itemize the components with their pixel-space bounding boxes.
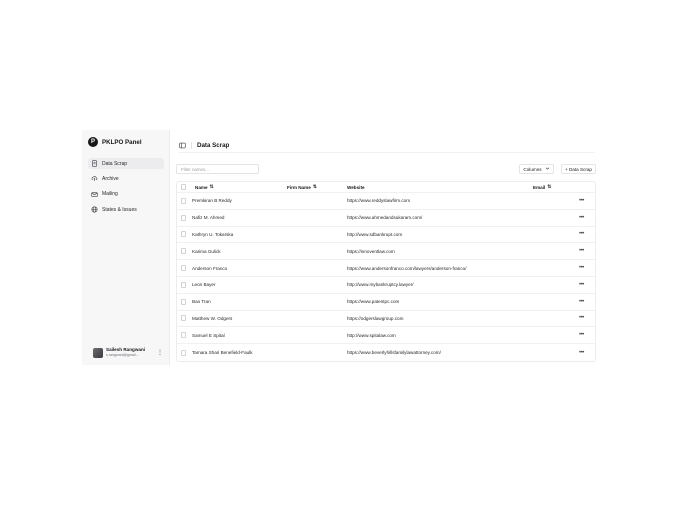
brand[interactable]: P PKLPO Panel <box>88 135 164 149</box>
main-content: Data Scrap Columns + Data Scrap Name ⇅ <box>170 130 602 365</box>
row-actions-icon[interactable]: ••• <box>579 243 584 259</box>
cell-website: https://www.reddyslawfirm.com <box>347 198 411 204</box>
table-row: Bao Tran https://www.patentpc.com ••• <box>177 294 595 311</box>
row-checkbox[interactable] <box>181 193 186 209</box>
user-info: Sailesh Rangwani s.rangwani@gmail... <box>106 348 145 357</box>
add-data-scrap-button[interactable]: + Data Scrap <box>561 164 596 174</box>
sort-icon: ⇅ <box>547 184 552 190</box>
data-table: Name ⇅ Firm Name ⇅ Website Email ⇅ Premk… <box>176 181 596 362</box>
row-checkbox[interactable] <box>181 294 186 310</box>
sort-icon: ⇅ <box>209 184 214 190</box>
app-window: P PKLPO Panel Data Scrap Archive Mailing… <box>82 130 602 365</box>
table-row: Kathryn U. Tokarska http://www.sdbankrup… <box>177 227 595 244</box>
divider <box>191 141 192 149</box>
row-actions-icon[interactable]: ••• <box>579 327 584 343</box>
table-row: Samuel E Spital http://www.spitalaw.com … <box>177 327 595 345</box>
select-all-checkbox[interactable] <box>181 182 186 192</box>
column-header-name[interactable]: Name ⇅ <box>195 182 214 192</box>
cell-name: Leon Bayer <box>192 282 216 288</box>
brand-name: PKLPO Panel <box>102 138 142 146</box>
column-header-firm-name[interactable]: Firm Name ⇅ <box>287 182 317 192</box>
row-actions-icon[interactable]: ••• <box>579 294 584 310</box>
cell-website: https://innoventlaw.com <box>347 248 395 254</box>
column-header-label: Email <box>533 184 546 190</box>
columns-button-label: Columns <box>523 166 542 172</box>
cell-website: http://www.sdbankrupt.com <box>347 231 403 237</box>
cell-website: https://www.andersonfranco.com/lawyers/a… <box>347 265 467 271</box>
table-toolbar: Columns + Data Scrap <box>176 164 596 174</box>
cell-name: Bao Tran <box>192 299 211 305</box>
user-email: s.rangwani@gmail... <box>106 353 139 357</box>
cell-name: Premkiran B Reddy <box>192 198 232 204</box>
cell-name: Kathryn U. Tokarska <box>192 231 234 237</box>
brand-logo-icon: P <box>88 137 98 147</box>
cell-name: Tamara Shari Benefield-Faulk <box>192 350 253 356</box>
sidebar-item-mailing[interactable]: Mailing <box>88 189 164 200</box>
row-actions-icon[interactable]: ••• <box>579 210 584 226</box>
row-checkbox[interactable] <box>181 277 186 293</box>
cell-website: http://www.mybankruptcy.lawyer/ <box>347 282 414 288</box>
cell-website: http://www.spitalaw.com <box>347 332 396 338</box>
cell-website: https://www.patentpc.com <box>347 299 400 305</box>
filter-names-input[interactable] <box>176 164 259 174</box>
table-row: Matthew W. Odgers https://odgerslawgroup… <box>177 311 595 328</box>
table-row: Tamara Shari Benefield-Faulk https://www… <box>177 344 595 361</box>
row-actions-icon[interactable]: ••• <box>579 227 584 243</box>
row-checkbox[interactable] <box>181 311 186 327</box>
row-actions-icon[interactable]: ••• <box>579 277 584 293</box>
top-bar: Data Scrap <box>179 138 595 152</box>
row-checkbox[interactable] <box>181 260 186 276</box>
table-row: Leon Bayer http://www.mybankruptcy.lawye… <box>177 277 595 294</box>
row-actions-icon[interactable]: ••• <box>579 344 584 361</box>
mail-icon <box>91 191 98 198</box>
table-row: Premkiran B Reddy https://www.reddyslawf… <box>177 193 595 210</box>
cell-website: https://www.beverlyhillsfamilylawattorne… <box>347 350 441 356</box>
sidebar-item-label: Mailing <box>102 191 118 198</box>
user-profile[interactable]: Sailesh Rangwani s.rangwani@gmail... ⋮ <box>93 347 163 359</box>
row-checkbox[interactable] <box>181 327 186 343</box>
page-title: Data Scrap <box>197 141 230 149</box>
cell-name: Anderson Franco <box>192 265 228 271</box>
sidebar-item-label: States & Issues <box>102 206 137 213</box>
row-actions-icon[interactable]: ••• <box>579 260 584 276</box>
cell-name: Nafiz M. Ahmed <box>192 215 225 221</box>
globe-icon <box>91 206 98 213</box>
sidebar-nav: Data Scrap Archive Mailing States & Issu… <box>88 158 164 220</box>
row-actions-icon[interactable]: ••• <box>579 193 584 209</box>
document-icon <box>91 160 98 167</box>
cloud-upload-icon <box>91 175 98 182</box>
table-header-row: Name ⇅ Firm Name ⇅ Website Email ⇅ <box>177 182 595 193</box>
table-row: Anderson Franco https://www.andersonfran… <box>177 260 595 277</box>
row-checkbox[interactable] <box>181 227 186 243</box>
sidebar-item-data-scrap[interactable]: Data Scrap <box>88 158 164 169</box>
column-header-website: Website <box>347 184 365 190</box>
sidebar-item-label: Data Scrap <box>102 160 128 167</box>
cell-name: Karima Gulick <box>192 248 221 254</box>
sidebar: P PKLPO Panel Data Scrap Archive Mailing… <box>82 130 170 365</box>
row-checkbox[interactable] <box>181 210 186 226</box>
table-row: Karima Gulick https://innoventlaw.com ••… <box>177 243 595 261</box>
column-header-email[interactable]: Email ⇅ <box>533 182 551 192</box>
sidebar-item-archive[interactable]: Archive <box>88 173 164 184</box>
cell-website: https://www.ahmedandsukaram.com/ <box>347 215 423 221</box>
sidebar-item-states-issues[interactable]: States & Issues <box>88 204 164 215</box>
sort-icon: ⇅ <box>312 184 317 190</box>
table-row: Nafiz M. Ahmed https://www.ahmedandsukar… <box>177 210 595 227</box>
avatar <box>93 348 103 358</box>
row-checkbox[interactable] <box>181 243 186 259</box>
cell-name: Samuel E Spital <box>192 332 225 338</box>
divider <box>179 152 595 153</box>
row-checkbox[interactable] <box>181 344 186 361</box>
columns-button[interactable]: Columns <box>519 164 554 174</box>
column-header-label: Name <box>195 184 208 190</box>
more-vertical-icon[interactable]: ⋮ <box>157 350 163 356</box>
row-actions-icon[interactable]: ••• <box>579 311 584 327</box>
cell-website: https://odgerslawgroup.com <box>347 315 404 321</box>
chevron-down-icon <box>545 166 550 172</box>
cell-name: Matthew W. Odgers <box>192 315 233 321</box>
sidebar-item-label: Archive <box>102 175 119 182</box>
column-header-label: Firm Name <box>287 184 311 190</box>
